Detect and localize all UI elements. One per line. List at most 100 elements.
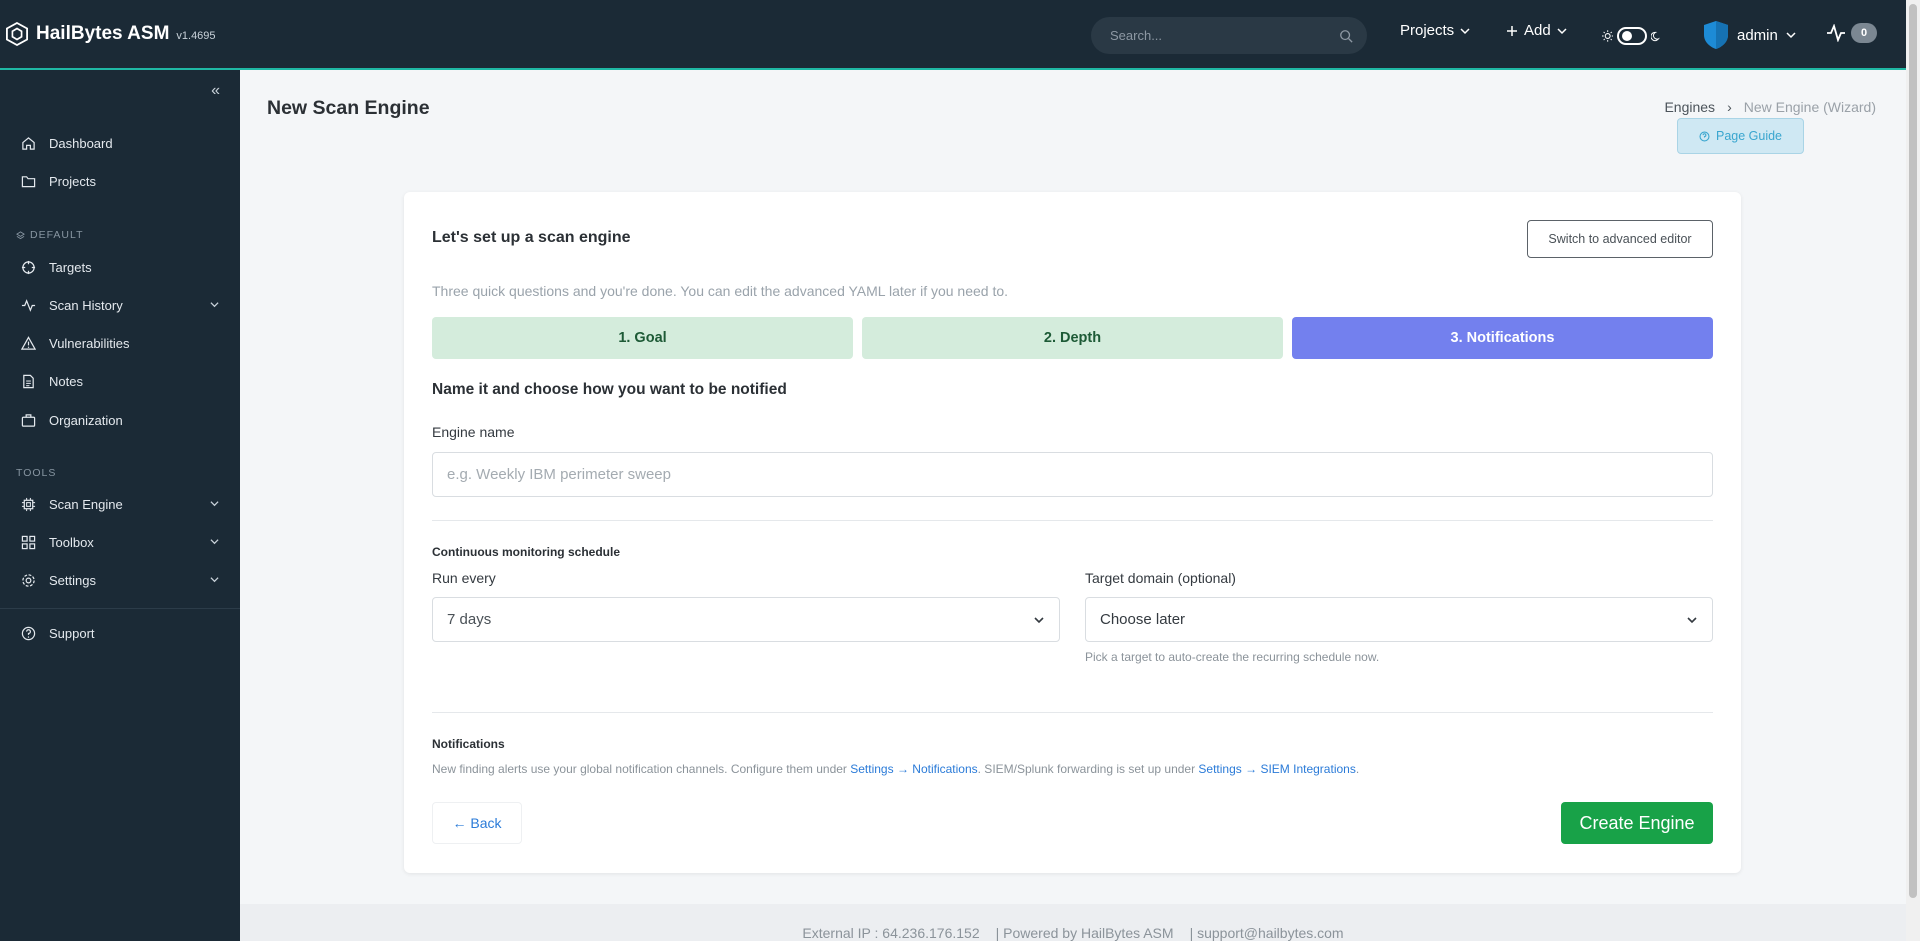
sidebar-item-label: Targets: [49, 259, 92, 275]
footer: External IP : 64.236.176.152 | Powered b…: [240, 904, 1906, 941]
section-title: Name it and choose how you want to be no…: [432, 381, 787, 398]
add-label: Add: [1524, 22, 1551, 39]
switch-advanced-editor-button[interactable]: Switch to advanced editor: [1527, 220, 1713, 258]
sidebar-item-label: Toolbox: [49, 534, 94, 550]
switch-knob: [1622, 31, 1633, 41]
step-notifications[interactable]: 3. Notifications: [1292, 317, 1713, 359]
grid-icon: [21, 535, 36, 549]
divider: [432, 520, 1713, 521]
sidebar-item-label: Support: [49, 625, 95, 641]
chevron-down-icon: [1460, 27, 1470, 34]
target-domain-select[interactable]: Choose later: [1085, 597, 1713, 642]
chevron-down-icon: [1557, 27, 1567, 34]
briefcase-icon: [21, 413, 36, 427]
sidebar-item-label: Notes: [49, 373, 83, 389]
notif-text-3: .: [1355, 762, 1360, 776]
scrollbar-thumb[interactable]: [1909, 4, 1917, 898]
sidebar-item-label: Organization: [49, 412, 123, 428]
activity-icon: [1827, 24, 1845, 42]
layers-icon: [16, 230, 25, 239]
page-guide-label: Page Guide: [1715, 129, 1783, 143]
sidebar-item-settings[interactable]: Settings: [21, 570, 221, 590]
sidebar-divider: [0, 608, 240, 609]
breadcrumb-engines[interactable]: Engines: [1664, 99, 1715, 115]
sidebar-item-organization[interactable]: Organization: [21, 410, 221, 430]
activity-icon: [21, 298, 36, 312]
sidebar-item-scan-history[interactable]: Scan History: [21, 295, 221, 315]
search-icon[interactable]: [1339, 29, 1353, 43]
breadcrumb-current: New Engine (Wizard): [1743, 99, 1876, 115]
notif-text-1: New finding alerts use your global notif…: [432, 762, 851, 776]
sidebar-item-label: Scan History: [49, 297, 123, 313]
sidebar-item-targets[interactable]: Targets: [21, 257, 221, 277]
crosshair-icon: [21, 260, 36, 274]
sun-icon: [1602, 30, 1614, 42]
user-menu[interactable]: admin: [1703, 20, 1796, 50]
schedule-heading: Continuous monitoring schedule: [432, 545, 620, 559]
search-box[interactable]: [1091, 17, 1367, 54]
support-email[interactable]: | support@hailbytes.com: [1190, 925, 1344, 941]
sidebar-item-toolbox[interactable]: Toolbox: [21, 532, 221, 552]
app-name: HailBytes ASM: [36, 23, 170, 44]
notifications-heading: Notifications: [432, 737, 505, 751]
sidebar-section-default: DEFAULT: [16, 229, 83, 241]
sidebar-item-dashboard[interactable]: Dashboard: [21, 133, 221, 153]
help-circle-icon: [1699, 130, 1710, 142]
settings-siem-link[interactable]: Settings → SIEM Integrations: [1198, 762, 1355, 776]
back-button[interactable]: ← Back: [432, 802, 522, 844]
powered-by: | Powered by HailBytes ASM: [995, 925, 1174, 941]
add-dropdown[interactable]: Add: [1506, 22, 1567, 39]
sidebar-item-scan-engine[interactable]: Scan Engine: [21, 494, 221, 514]
chevron-down-icon: [1034, 616, 1044, 623]
shield-avatar-icon: [1704, 21, 1728, 49]
sidebar-item-label: Vulnerabilities: [49, 335, 130, 351]
run-every-value: 7 days: [447, 611, 492, 628]
sidebar-item-label: Scan Engine: [49, 496, 123, 512]
page-guide-button[interactable]: Page Guide: [1677, 118, 1804, 154]
wizard-title: Let's set up a scan engine: [432, 229, 631, 246]
divider: [432, 712, 1713, 713]
chevron-down-icon: [210, 501, 219, 507]
sidebar-section-tools: TOOLS: [16, 467, 56, 479]
chevron-down-icon: [1786, 32, 1796, 39]
brand[interactable]: HailBytes ASM v1.4695: [0, 22, 216, 46]
notif-text-2: . SIEM/Splunk forwarding is set up under: [977, 762, 1199, 776]
external-ip: External IP : 64.236.176.152: [802, 925, 980, 941]
user-name: admin: [1737, 26, 1778, 44]
section-label: TOOLS: [16, 467, 57, 479]
projects-label: Projects: [1400, 22, 1455, 39]
theme-toggle[interactable]: [1602, 25, 1662, 47]
target-domain-label: Target domain (optional): [1085, 570, 1236, 586]
sidebar-item-support[interactable]: Support: [21, 623, 221, 643]
run-every-select[interactable]: 7 days: [432, 597, 1060, 642]
plus-icon: [1507, 25, 1517, 36]
sidebar-item-notes[interactable]: Notes: [21, 371, 221, 391]
scrollbar[interactable]: [1906, 0, 1920, 941]
chevron-down-icon: [210, 302, 219, 308]
projects-dropdown[interactable]: Projects: [1400, 22, 1470, 39]
gear-icon: [22, 573, 35, 587]
breadcrumb: Engines › New Engine (Wizard): [1664, 99, 1876, 115]
wizard-card: Let's set up a scan engine Switch to adv…: [404, 192, 1741, 873]
step-goal[interactable]: 1. Goal: [432, 317, 853, 359]
hexagon-logo-icon: [6, 22, 28, 46]
engine-name-label: Engine name: [432, 424, 515, 440]
settings-notifications-link[interactable]: Settings → Notifications: [850, 762, 977, 776]
collapse-sidebar-icon[interactable]: «: [211, 82, 220, 100]
theme-switch[interactable]: [1617, 27, 1648, 45]
chevron-down-icon: [210, 577, 219, 583]
step-depth[interactable]: 2. Depth: [862, 317, 1283, 359]
engine-name-input[interactable]: [432, 452, 1713, 497]
sidebar-item-projects[interactable]: Projects: [21, 171, 221, 191]
wizard-subtitle: Three quick questions and you're done. Y…: [432, 283, 1009, 299]
create-engine-button[interactable]: Create Engine: [1561, 802, 1713, 844]
run-every-label: Run every: [432, 570, 496, 586]
section-label: DEFAULT: [30, 229, 84, 241]
top-bar: HailBytes ASM v1.4695 Projects Add admin…: [0, 0, 1906, 70]
activity-indicator[interactable]: 0: [1826, 23, 1878, 43]
sidebar-item-label: Settings: [49, 572, 96, 588]
alert-triangle-icon: [21, 335, 36, 350]
sidebar-item-vulnerabilities[interactable]: Vulnerabilities: [21, 333, 221, 353]
search-input[interactable]: [1110, 28, 1339, 43]
file-text-icon: [23, 374, 34, 388]
